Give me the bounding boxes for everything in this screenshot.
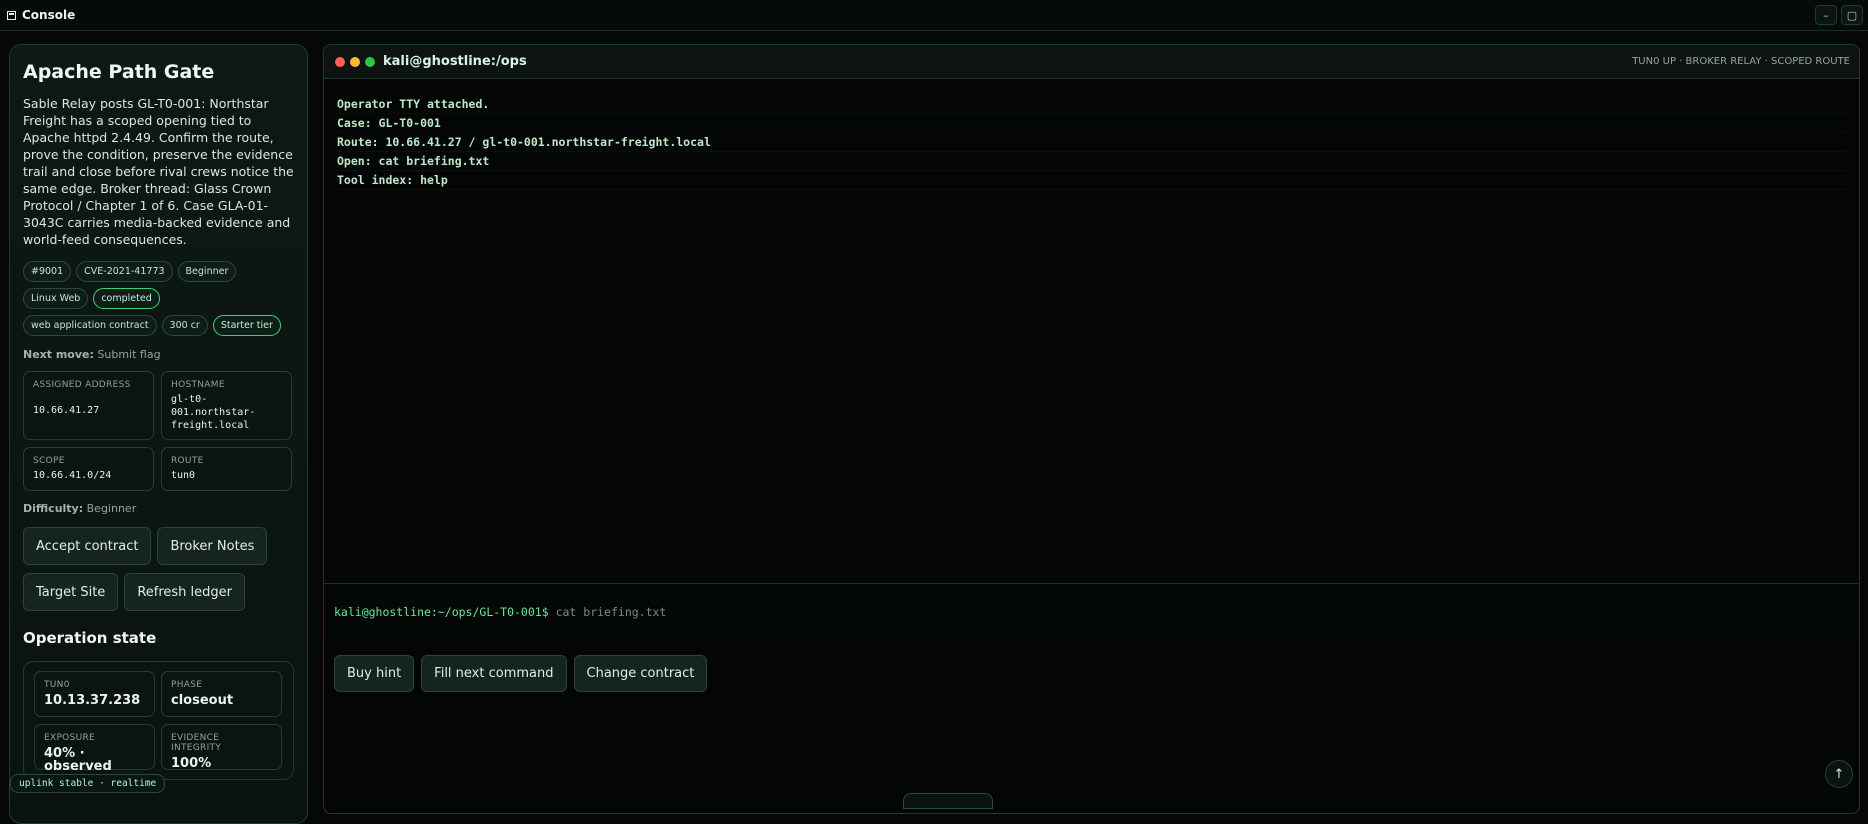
refresh-ledger-button[interactable]: Refresh ledger bbox=[124, 573, 245, 611]
terminal-line: Case: GL-T0-001 bbox=[337, 114, 1846, 133]
terminal-status: TUN0 UP · BROKER RELAY · SCOPED ROUTE bbox=[1632, 56, 1850, 67]
hostname-label: HOSTNAME bbox=[171, 380, 225, 390]
tag-reward: 300 cr bbox=[161, 315, 208, 336]
terminal-actions: Buy hint Fill next command Change contra… bbox=[334, 655, 708, 692]
command-input[interactable]: cat briefing.txt bbox=[556, 605, 667, 619]
route-card: ROUTE tun0 bbox=[161, 447, 292, 491]
next-move: Next move: Submit flag bbox=[23, 348, 294, 361]
terminal-line: Operator TTY attached. bbox=[337, 95, 1846, 114]
tun0-value: 10.13.37.238 bbox=[44, 693, 141, 708]
phase-card: PHASE closeout bbox=[161, 671, 282, 717]
evidence-integrity-card: EVIDENCE INTEGRITY 100% bbox=[161, 724, 282, 770]
maximize-dot-icon[interactable] bbox=[365, 56, 375, 67]
tag-tier: Starter tier bbox=[212, 315, 281, 336]
scope-value: 10.66.41.0/24 bbox=[33, 470, 112, 481]
bottom-drawer-handle[interactable] bbox=[903, 793, 993, 809]
maximize-button[interactable]: ▢ bbox=[1841, 5, 1863, 25]
terminal-line: Open: cat briefing.txt bbox=[337, 152, 1846, 171]
phase-label: PHASE bbox=[171, 680, 203, 690]
terminal-window: kali@ghostline:/ops TUN0 UP · BROKER REL… bbox=[323, 44, 1860, 814]
exposure-card: EXPOSURE 40% · observed bbox=[34, 724, 155, 774]
contract-title: Apache Path Gate bbox=[23, 61, 215, 83]
terminal-input-area[interactable]: kali@ghostline:~/ops/GL-T0-001$ cat brie… bbox=[324, 583, 1859, 641]
minimize-dot-icon[interactable] bbox=[350, 56, 360, 67]
tag-id: #9001 bbox=[23, 261, 72, 282]
window-title: Console bbox=[22, 8, 76, 22]
difficulty-label: Difficulty: bbox=[23, 502, 84, 515]
tag-status: completed bbox=[93, 288, 160, 309]
tag-cve: CVE-2021-41773 bbox=[76, 261, 173, 282]
phase-value: closeout bbox=[171, 693, 234, 708]
tag-category: Linux Web bbox=[23, 288, 89, 309]
command-prompt[interactable]: kali@ghostline:~/ops/GL-T0-001$ cat brie… bbox=[334, 605, 666, 619]
tag-contract-type: web application contract bbox=[23, 315, 157, 336]
scope-card: SCOPE 10.66.41.0/24 bbox=[23, 447, 154, 491]
window-titlebar: Console – ▢ bbox=[0, 0, 1868, 31]
buy-hint-button[interactable]: Buy hint bbox=[334, 655, 415, 692]
route-value: tun0 bbox=[171, 470, 196, 481]
terminal-title: kali@ghostline:/ops bbox=[383, 54, 527, 69]
change-contract-button[interactable]: Change contract bbox=[573, 655, 708, 692]
hostname-value: gl-t0-001.northstar-freight.local bbox=[171, 394, 256, 431]
assigned-address-label: ASSIGNED ADDRESS bbox=[33, 380, 131, 390]
evidence-integrity-label: EVIDENCE INTEGRITY bbox=[171, 733, 222, 753]
difficulty: Difficulty: Beginner bbox=[23, 502, 294, 515]
fill-next-command-button[interactable]: Fill next command bbox=[421, 655, 567, 692]
console-icon bbox=[7, 10, 16, 20]
evidence-integrity-value: 100% bbox=[171, 756, 212, 771]
contract-actions-row-1: Accept contract Broker Notes bbox=[23, 527, 294, 565]
operation-state-title: Operation state bbox=[23, 629, 157, 647]
hostname-card: HOSTNAME gl-t0-001.northstar-freight.loc… bbox=[161, 371, 292, 440]
scope-label: SCOPE bbox=[33, 456, 65, 466]
contract-actions-row-2: Target Site Refresh ledger bbox=[23, 573, 294, 611]
next-move-label: Next move: bbox=[23, 348, 94, 361]
difficulty-value: Beginner bbox=[86, 502, 137, 515]
tun0-label: TUN0 bbox=[44, 680, 70, 690]
uplink-status-badge: uplink stable · realtime bbox=[10, 774, 166, 793]
contract-brief-panel: Apache Path Gate Sable Relay posts GL-T0… bbox=[9, 44, 308, 824]
terminal-output: Operator TTY attached. Case: GL-T0-001 R… bbox=[324, 79, 1859, 206]
contract-description: Sable Relay posts GL-T0-001: Northstar F… bbox=[23, 96, 294, 247]
close-dot-icon[interactable] bbox=[335, 56, 345, 67]
assigned-address-card: ASSIGNED ADDRESS 10.66.41.27 bbox=[23, 371, 154, 440]
tun0-card: TUN0 10.13.37.238 bbox=[34, 671, 155, 717]
assigned-address-value: 10.66.41.27 bbox=[33, 405, 100, 416]
tag-difficulty: Beginner bbox=[177, 261, 237, 282]
route-label: ROUTE bbox=[171, 456, 204, 466]
terminal-header: kali@ghostline:/ops TUN0 UP · BROKER REL… bbox=[324, 45, 1859, 79]
scroll-to-top-icon[interactable]: ↑ bbox=[1825, 760, 1853, 788]
operation-state-panel: TUN0 10.13.37.238 PHASE closeout EXPOSUR… bbox=[23, 661, 294, 780]
target-info-grid: ASSIGNED ADDRESS 10.66.41.27 HOSTNAME gl… bbox=[23, 371, 294, 491]
prompt-label: kali@ghostline:~/ops/GL-T0-001$ bbox=[334, 605, 549, 619]
target-site-button[interactable]: Target Site bbox=[23, 573, 119, 611]
accept-contract-button[interactable]: Accept contract bbox=[23, 527, 152, 565]
exposure-label: EXPOSURE bbox=[44, 733, 96, 743]
contract-tags: #9001 CVE-2021-41773 Beginner Linux Web … bbox=[23, 261, 294, 336]
broker-notes-button[interactable]: Broker Notes bbox=[157, 527, 268, 565]
next-move-value: Submit flag bbox=[97, 348, 161, 361]
minimize-button[interactable]: – bbox=[1815, 5, 1837, 25]
exposure-value: 40% · observed bbox=[44, 746, 112, 774]
terminal-line: Route: 10.66.41.27 / gl-t0-001.northstar… bbox=[337, 133, 1846, 152]
terminal-line: Tool index: help bbox=[337, 171, 1846, 190]
